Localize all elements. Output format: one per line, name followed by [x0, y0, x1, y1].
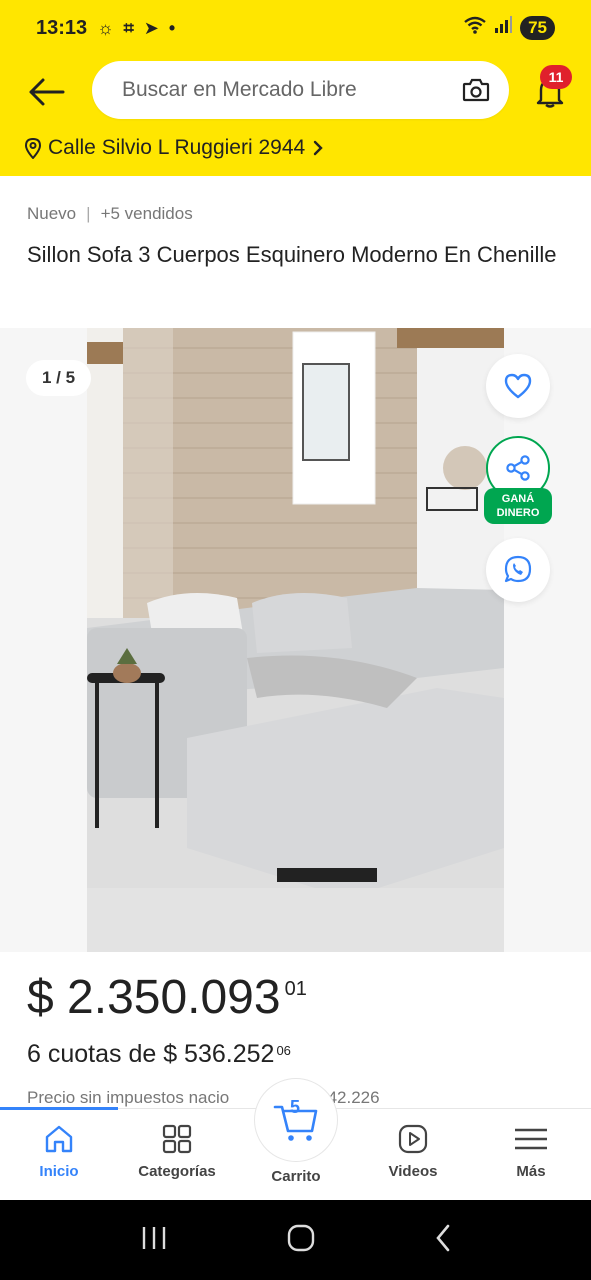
- wifi-icon: [464, 16, 486, 40]
- back-arrow-icon: [29, 78, 65, 106]
- battery-indicator: 75: [520, 16, 555, 40]
- video-play-icon: [395, 1121, 431, 1157]
- scan-icon: ⌗: [123, 17, 134, 38]
- condition-label: Nuevo: [27, 204, 77, 223]
- nav-progress-indicator: [0, 1107, 118, 1110]
- android-navigation-bar: [0, 1200, 591, 1280]
- product-title: Sillon Sofa 3 Cuerpos Esquinero Moderno …: [27, 242, 557, 267]
- nav-mas-label: Más: [516, 1163, 546, 1180]
- nav-videos[interactable]: Videos: [354, 1109, 472, 1200]
- home-button-icon[interactable]: [287, 1224, 315, 1257]
- location-pin-icon: [24, 137, 42, 159]
- chevron-right-icon: [314, 140, 323, 156]
- grid-icon: [159, 1121, 195, 1157]
- nav-mas[interactable]: Más: [472, 1109, 590, 1200]
- status-time: 13:13: [36, 16, 88, 39]
- image-counter: 1 / 5: [26, 360, 92, 396]
- status-icons: ☼ ⌗ ➤ •: [97, 18, 175, 39]
- nav-categorias[interactable]: Categorías: [118, 1109, 236, 1200]
- favorite-button[interactable]: [486, 354, 550, 418]
- back-nav-icon[interactable]: [434, 1224, 452, 1257]
- search-placeholder: Buscar en Mercado Libre: [122, 78, 357, 101]
- share-earn-button[interactable]: GANÁ DINERO: [484, 436, 554, 524]
- address-selector[interactable]: Calle Silvio L Ruggieri 2944: [24, 136, 325, 160]
- whatsapp-icon: [504, 555, 532, 583]
- search-bar[interactable]: Buscar en Mercado Libre: [92, 61, 509, 119]
- weather-icon: ☼: [97, 17, 114, 38]
- signal-icon: [494, 16, 513, 40]
- camera-icon[interactable]: [459, 73, 493, 107]
- notification-badge: 11: [540, 65, 572, 89]
- installments: 6 cuotas de $ 536.252 06: [27, 1040, 291, 1069]
- price: $ 2.350.093 01: [27, 970, 307, 1025]
- price-main: $ 2.350.093: [27, 971, 281, 1024]
- nav-categorias-label: Categorías: [138, 1163, 216, 1180]
- meta-separator: |: [86, 204, 91, 223]
- image-gallery[interactable]: 1 / 5 GANÁ DINERO: [0, 328, 591, 952]
- back-button[interactable]: [24, 70, 68, 114]
- product-meta: Nuevo | +5 vendidos: [27, 204, 193, 224]
- cart-count: 5: [290, 1097, 301, 1117]
- share-icon: [506, 455, 530, 481]
- tax-note-text: Precio sin impuestos nacio: [27, 1088, 230, 1107]
- whatsapp-share-button[interactable]: [486, 538, 550, 602]
- product-photo[interactable]: [87, 328, 504, 952]
- nav-inicio[interactable]: Inicio: [0, 1109, 118, 1200]
- home-icon: [41, 1121, 77, 1157]
- header: Buscar en Mercado Libre 11 Calle Silvio …: [0, 56, 591, 176]
- nav-carrito-label: Carrito: [271, 1168, 321, 1185]
- nav-videos-label: Videos: [388, 1163, 438, 1180]
- price-cents: 01: [284, 978, 307, 1000]
- telegram-icon: ➤: [143, 17, 159, 38]
- installments-cents: 06: [276, 1043, 291, 1058]
- heart-icon: [504, 373, 532, 399]
- cart-button[interactable]: 5: [254, 1078, 338, 1162]
- dot-icon: •: [168, 17, 176, 38]
- sold-count: +5 vendidos: [100, 204, 193, 223]
- status-bar: 13:13 ☼ ⌗ ➤ • 75: [0, 0, 591, 56]
- menu-icon: [513, 1121, 549, 1157]
- nav-inicio-label: Inicio: [39, 1163, 79, 1180]
- installments-main: 6 cuotas de $ 536.252: [27, 1040, 275, 1068]
- address-text: Calle Silvio L Ruggieri 2944: [48, 136, 306, 159]
- gana-dinero-badge: GANÁ DINERO: [484, 488, 552, 524]
- recents-icon[interactable]: [140, 1225, 168, 1256]
